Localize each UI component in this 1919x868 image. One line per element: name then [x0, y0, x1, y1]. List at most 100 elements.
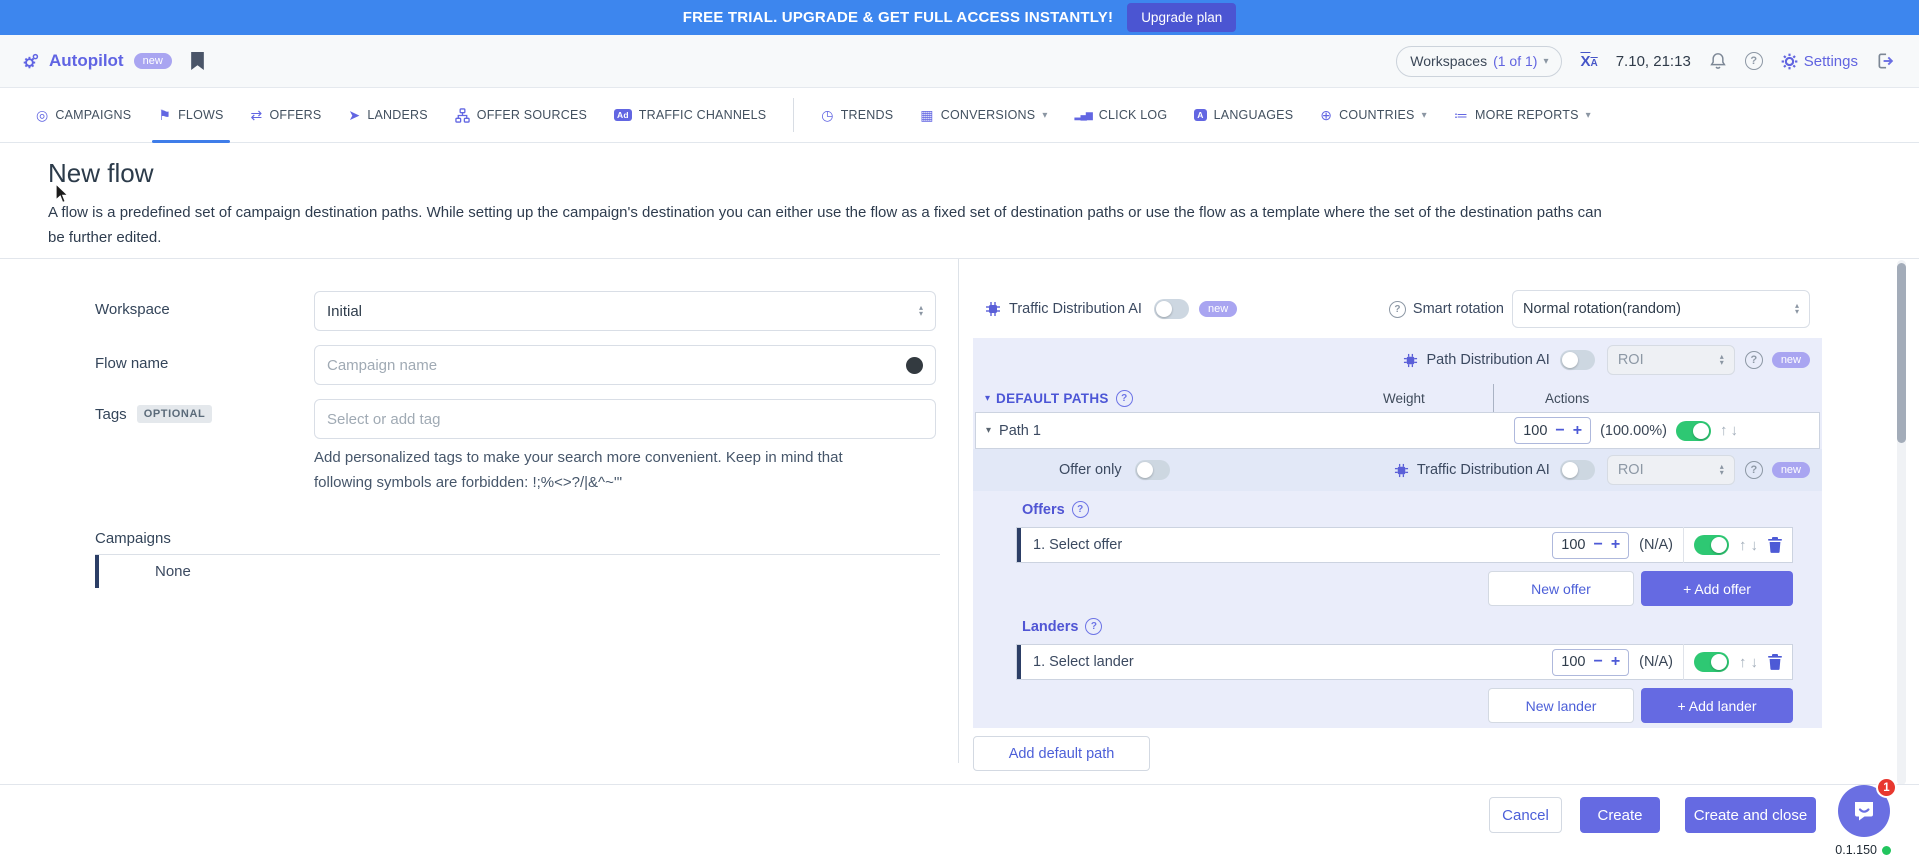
countries-globe-icon: ⊕	[1320, 107, 1332, 124]
path-ai-toggle[interactable]	[1560, 350, 1595, 370]
select-spinner-icon: ▴▾	[1720, 354, 1724, 366]
lander-weight-stepper[interactable]: 100 − +	[1552, 649, 1629, 676]
workspaces-label: Workspaces	[1410, 53, 1487, 69]
minus-icon[interactable]: −	[1555, 423, 1564, 439]
scrollbar-track[interactable]	[1897, 260, 1906, 785]
flow-name-label: Flow name	[95, 355, 168, 372]
lander-row[interactable]: 1. Select lander 100 − + (N/A) ↑ ↓	[1016, 644, 1793, 680]
nav-tab-campaigns[interactable]: ◎CAMPAIGNS	[36, 88, 131, 143]
new-lander-button[interactable]: New lander	[1488, 688, 1634, 723]
collapse-chevron-icon[interactable]: ▾	[986, 425, 991, 436]
move-down-icon[interactable]: ↓	[1751, 537, 1759, 554]
settings-button[interactable]: Settings	[1781, 53, 1858, 70]
workspaces-dropdown[interactable]: Workspaces (1 of 1) ▾	[1396, 46, 1562, 77]
nav-tab-offers[interactable]: ⇄OFFERS	[251, 88, 322, 143]
nav-tab-traffic-channels[interactable]: AdTRAFFIC CHANNELS	[614, 88, 766, 143]
plus-icon[interactable]: +	[1573, 423, 1582, 439]
campaigns-none-row: None	[95, 554, 940, 588]
offer-only-toggle[interactable]	[1135, 460, 1170, 480]
path-ai-help-icon[interactable]: ?	[1745, 351, 1763, 369]
path-traffic-ai-metric-select[interactable]: ROI ▴▾	[1607, 455, 1735, 485]
plus-icon[interactable]: +	[1611, 654, 1620, 670]
default-paths-panel: Path Distribution AI ROI ▴▾ ? new ▾ DEFA…	[973, 338, 1822, 728]
path-ai-metric-select[interactable]: ROI ▴▾	[1607, 345, 1735, 375]
upgrade-plan-button[interactable]: Upgrade plan	[1127, 3, 1236, 32]
nav-tab-languages[interactable]: ALANGUAGES	[1194, 88, 1293, 143]
add-lander-button[interactable]: + Add lander	[1641, 688, 1793, 723]
delete-offer-trash-icon[interactable]	[1768, 537, 1782, 553]
offer-weight-stepper[interactable]: 100 − +	[1552, 532, 1629, 559]
gear-icon	[1781, 53, 1798, 70]
page: FREE TRIAL. UPGRADE & GET FULL ACCESS IN…	[0, 0, 1919, 868]
path-weight-stepper[interactable]: 100 − +	[1514, 417, 1591, 444]
move-down-icon[interactable]: ↓	[1731, 422, 1739, 439]
new-offer-button[interactable]: New offer	[1488, 571, 1634, 606]
notifications-bell-icon[interactable]	[1709, 52, 1727, 70]
landers-help-icon[interactable]: ?	[1085, 618, 1102, 635]
move-up-icon[interactable]: ↑	[1739, 537, 1747, 554]
footer: Cancel Create Create and close	[0, 797, 1919, 833]
lander-row-label: 1. Select lander	[1033, 654, 1134, 670]
minus-icon[interactable]: −	[1593, 537, 1602, 553]
move-up-icon[interactable]: ↑	[1720, 422, 1728, 439]
traffic-channels-ad-icon: Ad	[614, 109, 632, 122]
offer-only-label: Offer only	[1059, 462, 1122, 478]
workspace-select[interactable]: Initial ▴▾	[314, 291, 936, 331]
default-paths-help-icon[interactable]: ?	[1116, 390, 1133, 407]
minus-icon[interactable]: −	[1593, 654, 1602, 670]
nav-tab-offer-sources[interactable]: OFFER SOURCES	[455, 88, 587, 143]
lander-enabled-toggle[interactable]	[1694, 652, 1729, 672]
click-log-bars-icon: ▂▄▆	[1075, 110, 1092, 121]
nav-tab-click-log[interactable]: ▂▄▆CLICK LOG	[1075, 88, 1168, 143]
translate-icon[interactable]: XA	[1580, 53, 1597, 70]
tags-label: Tags	[95, 406, 127, 423]
create-and-close-button[interactable]: Create and close	[1685, 797, 1816, 833]
row-divider	[1683, 527, 1684, 563]
smart-rotation-help-icon[interactable]: ?	[1389, 301, 1406, 318]
main-content: Workspace Initial ▴▾ Flow name Tags OPTI…	[0, 258, 1919, 784]
offers-header: Offers ?	[1022, 501, 1089, 518]
actions-column-header: Actions	[1545, 391, 1589, 406]
path-traffic-ai-toggle[interactable]	[1560, 460, 1595, 480]
move-down-icon[interactable]: ↓	[1751, 654, 1759, 671]
nav-tab-countries[interactable]: ⊕COUNTRIES▾	[1320, 88, 1427, 143]
offers-help-icon[interactable]: ?	[1072, 501, 1089, 518]
nav-tab-trends[interactable]: ◷TRENDS	[821, 88, 893, 143]
app-title[interactable]: Autopilot	[49, 51, 124, 71]
cancel-button[interactable]: Cancel	[1489, 797, 1562, 833]
help-icon[interactable]: ?	[1745, 52, 1763, 70]
nav-tab-more-reports[interactable]: ≔MORE REPORTS▾	[1454, 88, 1591, 143]
scrollbar-thumb[interactable]	[1897, 263, 1906, 443]
add-offer-button[interactable]: + Add offer	[1641, 571, 1793, 606]
flow-color-dot[interactable]	[906, 357, 923, 374]
lander-weight-value: 100	[1561, 654, 1585, 670]
nav-tab-landers[interactable]: ➤LANDERS	[348, 88, 427, 143]
delete-lander-trash-icon[interactable]	[1768, 654, 1782, 670]
create-button[interactable]: Create	[1580, 797, 1660, 833]
collapse-chevron-icon[interactable]: ▾	[985, 393, 990, 404]
path-row[interactable]: ▾ Path 1 100 − + (100.00%) ↑ ↓	[975, 412, 1820, 449]
path-traffic-ai-help-icon[interactable]: ?	[1745, 461, 1763, 479]
page-description: A flow is a predefined set of campaign d…	[48, 200, 1878, 250]
logout-icon[interactable]	[1876, 52, 1895, 70]
tags-input[interactable]	[327, 411, 923, 428]
move-up-icon[interactable]: ↑	[1739, 654, 1747, 671]
offer-enabled-toggle[interactable]	[1694, 535, 1729, 555]
nav-tab-conversions[interactable]: ▦CONVERSIONS▾	[920, 88, 1047, 143]
bookmark-icon[interactable]	[190, 52, 205, 71]
offer-row[interactable]: 1. Select offer 100 − + (N/A) ↑ ↓	[1016, 527, 1793, 563]
plus-icon[interactable]: +	[1611, 537, 1620, 553]
chat-notification-badge: 1	[1876, 777, 1897, 798]
smart-rotation-select[interactable]: Normal rotation(random) ▴▾	[1512, 290, 1810, 328]
campaigns-icon: ◎	[36, 107, 48, 124]
status-green-dot	[1882, 846, 1891, 855]
lander-buttons: New lander + Add lander	[1488, 688, 1793, 723]
flows-flag-icon: ⚑	[158, 107, 171, 124]
more-reports-list-icon: ≔	[1454, 107, 1468, 124]
flow-name-input[interactable]	[327, 357, 906, 374]
traffic-ai-toggle[interactable]	[1154, 299, 1189, 319]
nav-tab-flows[interactable]: ⚑FLOWS	[158, 88, 223, 143]
add-default-path-button[interactable]: Add default path	[973, 736, 1150, 771]
path-enabled-toggle[interactable]	[1676, 421, 1711, 441]
landers-title: Landers	[1022, 619, 1078, 635]
